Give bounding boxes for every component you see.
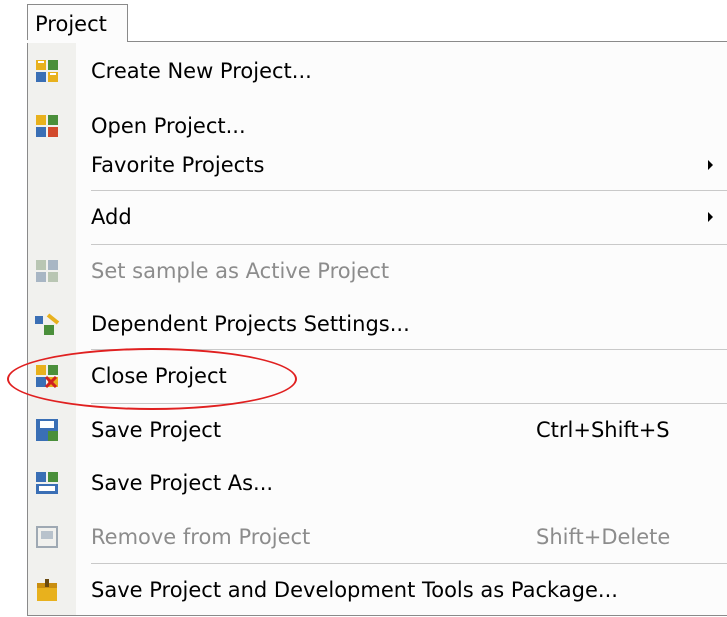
open-project-icon (34, 113, 60, 139)
menu-separator (91, 563, 727, 564)
menu-item-set-active-project: Set sample as Active Project (27, 244, 727, 298)
menu-item-save-project[interactable]: Save Project Ctrl+Shift+S (27, 403, 727, 457)
save-project-icon (34, 417, 60, 443)
menu-item-label: Close Project (91, 364, 227, 388)
active-project-icon (34, 258, 60, 284)
package-icon (34, 577, 60, 603)
menu-item-label: Dependent Projects Settings... (91, 312, 410, 336)
remove-from-project-icon (34, 524, 60, 550)
project-menu-title[interactable]: Project (27, 4, 128, 42)
menu-item-add[interactable]: Add (27, 190, 727, 244)
dependent-projects-icon (34, 311, 60, 337)
menu-separator (91, 190, 727, 191)
menu-item-dependent-projects-settings[interactable]: Dependent Projects Settings... (27, 297, 727, 351)
menu-item-label: Create New Project... (91, 59, 312, 83)
menu-item-label: Save Project As... (91, 471, 274, 495)
new-project-icon (34, 58, 60, 84)
menu-item-save-project-as[interactable]: Save Project As... (27, 456, 727, 510)
menu-item-shortcut: Shift+Delete (536, 525, 671, 549)
menu-item-close-project[interactable]: Close Project (27, 349, 727, 403)
menu-item-favorite-projects[interactable]: Favorite Projects (27, 138, 727, 192)
menu-item-remove-from-project: Remove from Project Shift+Delete (27, 510, 727, 564)
menu-item-label: Favorite Projects (91, 153, 265, 177)
close-project-icon (34, 363, 60, 389)
menu-item-label: Add (91, 205, 132, 229)
menu-separator (91, 403, 727, 404)
menu-separator (91, 349, 727, 350)
tab-join (27, 40, 127, 43)
menu-item-label: Remove from Project (91, 525, 311, 549)
menu-item-save-as-package[interactable]: Save Project and Development Tools as Pa… (27, 563, 727, 617)
submenu-arrow-icon (708, 160, 713, 170)
menu-item-create-new-project[interactable]: Create New Project... (27, 44, 727, 98)
save-project-as-icon (34, 470, 60, 496)
menu-item-label: Set sample as Active Project (91, 259, 390, 283)
menu-item-shortcut: Ctrl+Shift+S (536, 418, 670, 442)
menu-item-label: Save Project and Development Tools as Pa… (91, 578, 618, 602)
menu-separator (91, 244, 727, 245)
submenu-arrow-icon (708, 212, 713, 222)
menu-item-label: Save Project (91, 418, 222, 442)
